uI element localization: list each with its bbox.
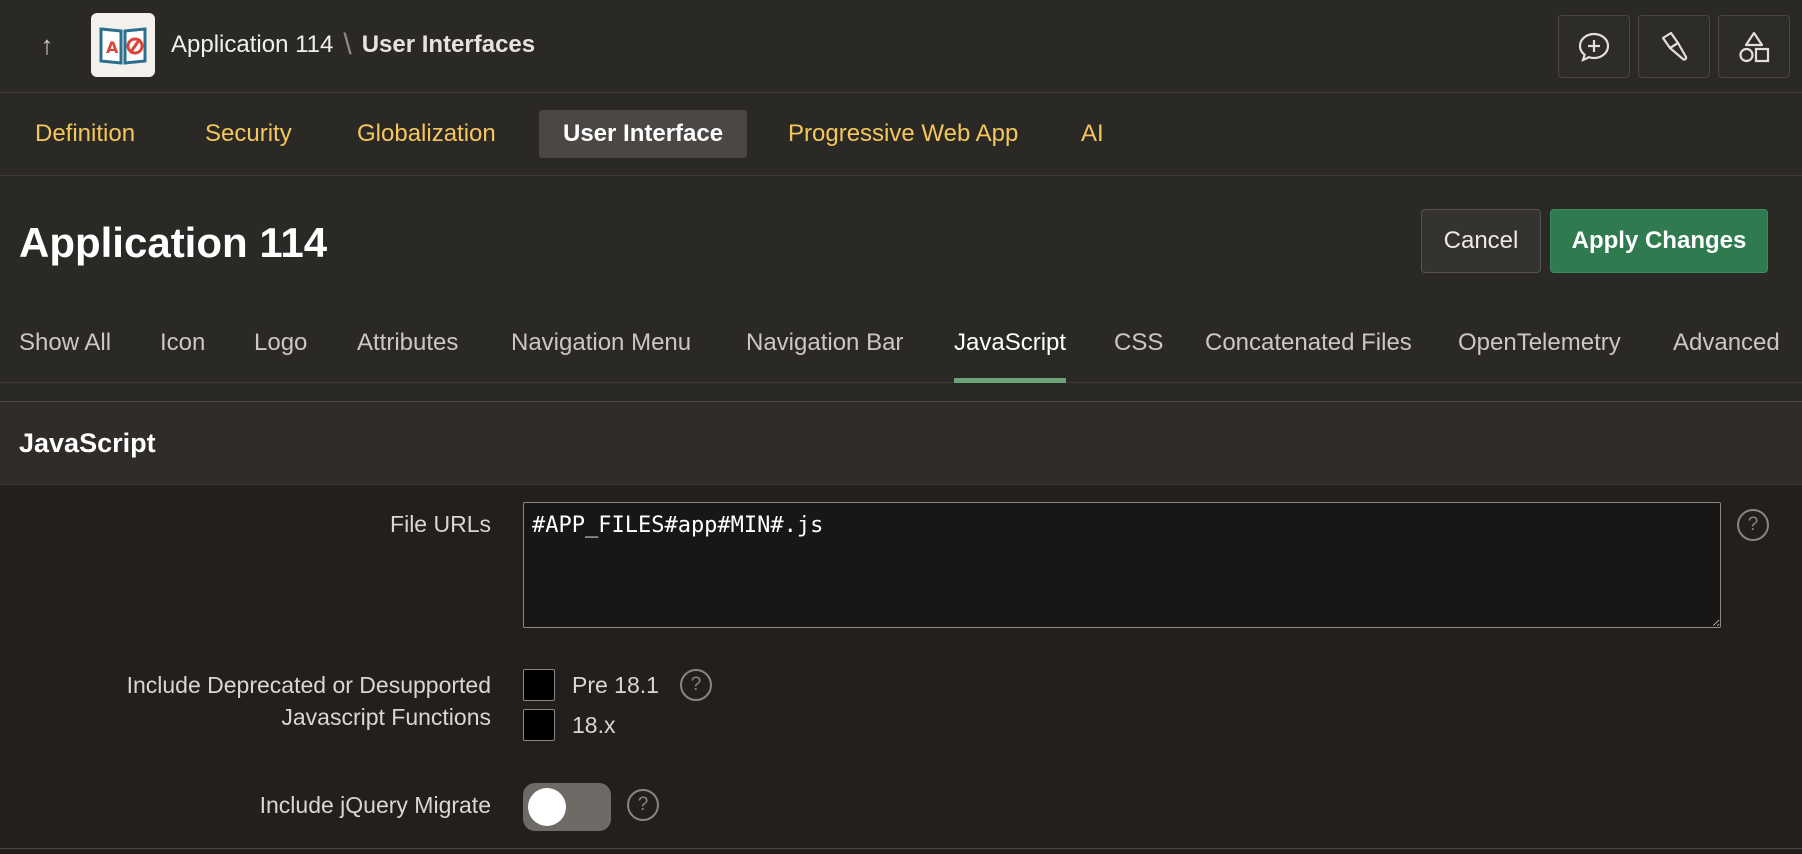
page-title: Application 114: [19, 219, 328, 266]
cancel-button[interactable]: Cancel: [1421, 209, 1541, 273]
flashlight-icon: [1661, 31, 1688, 61]
jquery-migrate-help-icon[interactable]: ?: [627, 789, 659, 821]
subtab-advanced[interactable]: Advanced: [1673, 329, 1780, 383]
add-comment-icon: [1578, 32, 1610, 62]
breadcrumb-current: User Interfaces: [361, 31, 536, 58]
svg-text:A: A: [106, 38, 119, 57]
breadcrumb: Application 114 \ User Interfaces: [171, 28, 535, 62]
subtab-css[interactable]: CSS: [1114, 329, 1163, 383]
subtab-logo[interactable]: Logo: [254, 329, 307, 383]
nav-tab-security[interactable]: Security: [181, 110, 316, 158]
app-logo[interactable]: A: [91, 13, 155, 77]
subtab-navigation-bar[interactable]: Navigation Bar: [746, 329, 903, 383]
app-book-logo-icon: A: [99, 27, 147, 65]
deprecated-functions-label: Include Deprecated or Desupported Javasc…: [127, 669, 491, 733]
checkbox-18x-row: 18.x: [523, 709, 615, 741]
region-header: JavaScript: [0, 402, 1802, 485]
checkbox-18x-label[interactable]: 18.x: [572, 712, 615, 739]
file-urls-help-icon[interactable]: ?: [1737, 509, 1769, 541]
file-urls-label: File URLs: [390, 511, 491, 537]
deprecated-functions-help-icon[interactable]: ?: [680, 669, 712, 701]
subtab-icon[interactable]: Icon: [160, 329, 205, 383]
subtab-navigation-menu[interactable]: Navigation Menu: [511, 329, 691, 383]
arrow-up-icon[interactable]: ↑: [28, 26, 66, 64]
subtab-concatenated-files[interactable]: Concatenated Files: [1205, 329, 1412, 383]
subtab-opentelemetry[interactable]: OpenTelemetry: [1458, 329, 1621, 383]
shapes-button[interactable]: [1718, 15, 1790, 78]
deprecated-functions-label-line2: Javascript Functions: [281, 704, 491, 730]
file-urls-input[interactable]: #APP_FILES#app#MIN#.js: [523, 502, 1721, 628]
jquery-migrate-label: Include jQuery Migrate: [259, 792, 491, 818]
nav-tab-user-interface[interactable]: User Interface: [539, 110, 748, 158]
region-bottom-divider: [0, 848, 1802, 849]
subtab-attributes[interactable]: Attributes: [357, 329, 458, 383]
nav-tab-ai[interactable]: AI: [1057, 110, 1128, 158]
subtab-javascript[interactable]: JavaScript: [954, 329, 1067, 383]
primary-nav: Definition Security Globalization User I…: [0, 94, 1802, 176]
nav-tab-definition[interactable]: Definition: [11, 110, 159, 158]
top-header: ↑ A Application 114 \ User Interfaces: [0, 0, 1802, 93]
checkbox-18x[interactable]: [523, 709, 555, 741]
checkbox-pre-18-1[interactable]: [523, 669, 555, 701]
jquery-migrate-toggle[interactable]: [523, 783, 611, 831]
nav-tab-progressive-web-app[interactable]: Progressive Web App: [764, 110, 1042, 158]
toggle-knob: [528, 788, 566, 826]
checkbox-pre-18-1-label[interactable]: Pre 18.1: [572, 672, 659, 699]
nav-tab-globalization[interactable]: Globalization: [333, 110, 520, 158]
breadcrumb-app-link[interactable]: Application 114: [171, 31, 333, 59]
deprecated-functions-label-line1: Include Deprecated or Desupported: [126, 672, 491, 698]
subtab-show-all[interactable]: Show All: [19, 329, 111, 383]
flashlight-button[interactable]: [1638, 15, 1710, 78]
add-comment-button[interactable]: [1558, 15, 1630, 78]
shapes-icon: [1739, 31, 1770, 62]
sub-tabs: Show All Icon Logo Attributes Navigation…: [0, 313, 1802, 383]
breadcrumb-separator: \: [343, 28, 352, 61]
region-title: JavaScript: [19, 428, 156, 458]
checkbox-pre-18-1-row: Pre 18.1: [523, 669, 659, 701]
apply-changes-button[interactable]: Apply Changes: [1550, 209, 1768, 273]
